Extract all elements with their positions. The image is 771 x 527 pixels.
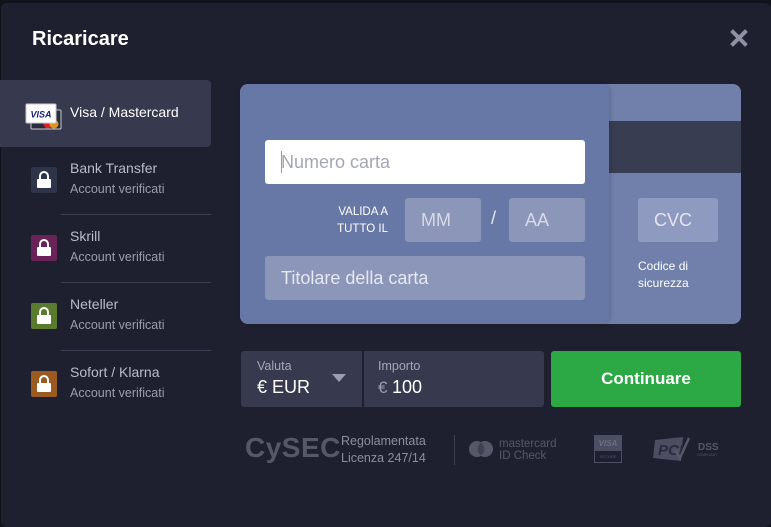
- chevron-down-icon: [332, 374, 346, 382]
- svg-text:DSS: DSS: [698, 442, 719, 453]
- cvc-input[interactable]: CVC: [638, 198, 718, 242]
- magnetic-stripe: [609, 121, 741, 173]
- payment-method-name: Sofort / Klarna: [70, 364, 160, 380]
- amount-label: Importo: [378, 359, 421, 373]
- payment-method-status: Account verificati: [70, 386, 165, 400]
- visa-secure-top: VISA: [595, 436, 621, 451]
- visa-secure-logo: VISA SECURE: [594, 435, 622, 463]
- amount-currency-symbol: €: [378, 378, 388, 397]
- svg-text:COMPLIANT: COMPLIANT: [697, 453, 718, 457]
- payment-method-sofort-klarna[interactable]: Sofort / Klarna Account verificati: [0, 351, 211, 419]
- payment-method-visa-mastercard[interactable]: VISA Visa / Mastercard: [0, 80, 211, 147]
- visa-mastercard-icon: VISA: [25, 103, 62, 130]
- payment-method-name: Visa / Mastercard: [70, 104, 179, 120]
- payment-method-status: Account verificati: [70, 318, 165, 332]
- currency-select[interactable]: Valuta € EUR: [241, 351, 362, 407]
- amount-value: 100: [392, 377, 423, 397]
- payment-method-name: Skrill: [70, 228, 101, 244]
- card-front: Numero carta VALIDA A TUTTO IL MM / AA T…: [240, 84, 609, 324]
- cvc-label: Codice di sicurezza: [638, 258, 718, 292]
- license-line: Licenza 247/14: [341, 451, 426, 465]
- skrill-lock-icon: [31, 235, 57, 261]
- card-number-placeholder: Numero carta: [281, 151, 391, 172]
- payment-method-name: Neteller: [70, 296, 119, 312]
- regulation-line: Regolamentata: [341, 434, 426, 448]
- trust-badges: CySEC Regolamentata Licenza 247/14 maste…: [245, 430, 745, 470]
- payment-method-status: Account verificati: [70, 250, 165, 264]
- id-check-text: ID Check: [499, 450, 547, 462]
- continue-button[interactable]: Continuare: [551, 351, 741, 407]
- expiry-year-input[interactable]: AA: [509, 198, 585, 242]
- close-icon: [730, 29, 748, 47]
- expiry-month-input[interactable]: MM: [405, 198, 481, 242]
- regulation-text: Regolamentata Licenza 247/14: [341, 433, 426, 467]
- sofort-lock-icon: [31, 371, 57, 397]
- divider: [454, 435, 455, 465]
- mastercard-text: mastercard: [499, 438, 557, 450]
- expiry-separator: /: [491, 208, 497, 228]
- cysec-logo: CySEC: [245, 432, 341, 463]
- card-form: CVC Codice di sicurezza Numero carta VAL…: [240, 84, 741, 324]
- mastercard-id-check-logo: mastercard ID Check: [499, 438, 557, 462]
- text-caret: [281, 151, 282, 173]
- currency-value: € EUR: [257, 377, 311, 397]
- card-number-input[interactable]: Numero carta: [265, 140, 585, 184]
- cvc-label-line: sicurezza: [638, 276, 689, 290]
- payment-method-bank-transfer[interactable]: Bank Transfer Account verificati: [0, 147, 211, 215]
- amount-input[interactable]: Importo € 100: [364, 351, 544, 407]
- payment-methods-list: VISA Visa / Mastercard Bank Transfer Acc…: [0, 80, 211, 419]
- svg-text:VISA: VISA: [30, 110, 51, 120]
- currency-label: Valuta: [257, 359, 292, 373]
- valid-until-line: TUTTO IL: [337, 223, 388, 235]
- modal-title: Ricaricare: [32, 28, 129, 50]
- close-button[interactable]: [729, 28, 749, 48]
- pci-dss-icon: PCI DSS COMPLIANT: [653, 437, 719, 461]
- payment-method-status: Account verificati: [70, 182, 165, 196]
- payment-method-name: Bank Transfer: [70, 160, 158, 176]
- cvc-label-line: Codice di: [638, 259, 689, 273]
- visa-secure-bottom: SECURE: [599, 454, 617, 459]
- bank-lock-icon: [31, 167, 57, 193]
- payment-method-neteller[interactable]: Neteller Account verificati: [0, 283, 211, 351]
- mastercard-icon: [469, 441, 493, 457]
- card-holder-input[interactable]: Titolare della carta: [265, 256, 585, 300]
- payment-method-skrill[interactable]: Skrill Account verificati: [0, 215, 211, 283]
- neteller-lock-icon: [31, 303, 57, 329]
- valid-until-line: VALIDA A: [338, 206, 388, 218]
- valid-until-label: VALIDA A TUTTO IL: [320, 204, 388, 238]
